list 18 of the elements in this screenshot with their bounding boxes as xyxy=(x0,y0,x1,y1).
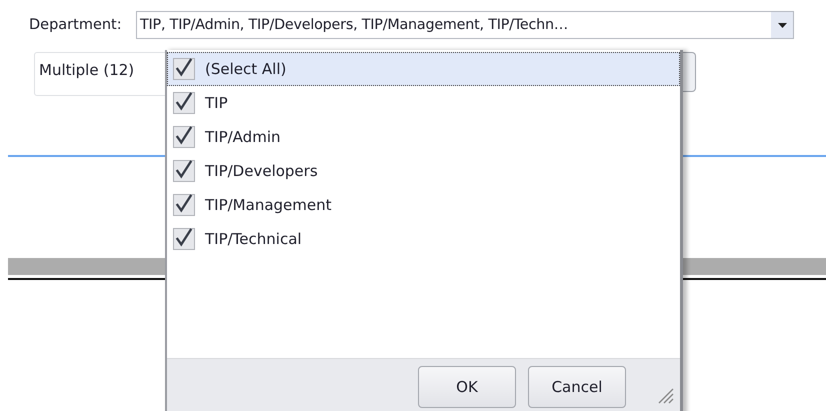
list-item[interactable]: TIP/Developers xyxy=(167,154,680,188)
checkbox[interactable] xyxy=(173,160,195,182)
caret-icon xyxy=(778,22,786,28)
checkbox[interactable] xyxy=(173,194,195,216)
checkbox[interactable] xyxy=(173,126,195,148)
list-item[interactable]: (Select All) xyxy=(167,52,680,86)
button-edge xyxy=(683,52,696,92)
list-item[interactable]: TIP/Technical xyxy=(167,222,680,256)
dropdown-button[interactable] xyxy=(771,12,793,38)
checkbox[interactable] xyxy=(173,228,195,250)
field-label: Department: xyxy=(28,17,123,33)
checkbox[interactable] xyxy=(173,58,195,80)
dialog-button[interactable]: Cancel xyxy=(528,366,626,408)
dialog-button[interactable]: OK xyxy=(418,366,516,408)
list-item[interactable]: TIP/Management xyxy=(167,188,680,222)
checkbox[interactable] xyxy=(173,92,195,114)
dropdown-field[interactable]: TIP, TIP/Admin, TIP/Developers, TIP/Management, TIP/Techn… xyxy=(136,11,794,39)
list-item[interactable]: TIP/Admin xyxy=(167,120,680,154)
